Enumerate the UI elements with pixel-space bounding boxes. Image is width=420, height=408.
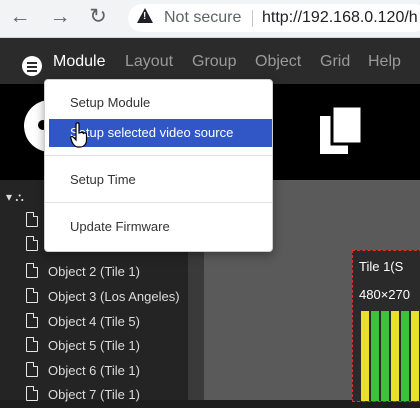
color-bar-yellow	[391, 311, 399, 401]
arrow-left-icon[interactable]: ←	[8, 5, 32, 29]
warning-icon	[137, 8, 153, 23]
app-menubar: Module Layout Group Object Grid Help	[0, 38, 420, 84]
color-bar-green	[381, 311, 389, 401]
menu-grid[interactable]: Grid	[320, 53, 350, 71]
document-icon	[26, 386, 38, 401]
document-icon	[26, 337, 38, 352]
menu-item-label: Setup Time	[70, 172, 136, 187]
tree-item[interactable]: Object 5 (Tile 1)	[26, 337, 140, 359]
document-icon	[26, 212, 38, 227]
menu-divider	[45, 202, 272, 203]
tree-item[interactable]: Object 6 (Tile 1)	[26, 362, 140, 384]
menu-module[interactable]: Module	[53, 53, 105, 71]
document-icon	[26, 263, 38, 278]
browser-toolbar: ← → ↻ Not secure http://192.168.0.120/h	[0, 0, 420, 38]
module-dropdown-menu: Setup Module Setup selected video source…	[44, 79, 273, 252]
copy-icon[interactable]	[318, 104, 364, 156]
url-text[interactable]: http://192.168.0.120/h	[262, 9, 418, 27]
tree-item-label: Object 3 (Los Angeles)	[48, 289, 180, 304]
tile-title: Tile 1(S	[359, 259, 404, 274]
arrow-right-icon[interactable]: →	[48, 5, 72, 29]
menu-divider	[45, 155, 272, 156]
menu-item-update-firmware[interactable]: Update Firmware	[45, 213, 272, 241]
tree-item[interactable]: Object 7 (Tile 1)	[26, 386, 140, 408]
address-bar[interactable]: Not secure http://192.168.0.120/h	[128, 4, 420, 32]
tree-item-label: Object 4 (Tile 5)	[48, 314, 140, 329]
menu-group[interactable]: Group	[192, 53, 236, 71]
document-icon	[26, 236, 38, 251]
tile-resolution: 480×270	[359, 287, 410, 302]
menu-layout[interactable]: Layout	[125, 53, 173, 71]
tree-item-label: Object 5 (Tile 1)	[48, 338, 140, 353]
color-bar-green	[371, 311, 379, 401]
tree-item-label: Object 6 (Tile 1)	[48, 363, 140, 378]
menu-help[interactable]: Help	[368, 53, 401, 71]
menu-item-label: Setup selected video source	[70, 125, 234, 140]
tree-item[interactable]: Object 2 (Tile 1)	[26, 263, 140, 285]
reload-icon[interactable]: ↻	[86, 5, 110, 29]
tree-root-node[interactable]: ▾ ⛬	[6, 190, 24, 205]
hand-cursor-icon	[70, 122, 88, 148]
menu-object[interactable]: Object	[255, 53, 301, 71]
color-bar-yellow	[411, 311, 419, 401]
color-bar-yellow	[361, 311, 369, 401]
menu-item-setup-time[interactable]: Setup Time	[45, 166, 272, 194]
menu-item-label: Update Firmware	[70, 219, 170, 234]
document-icon	[26, 362, 38, 377]
document-icon	[26, 313, 38, 328]
menu-item-label: Setup Module	[70, 95, 151, 110]
security-label: Not secure	[164, 9, 242, 26]
tree-item-label: Object 2 (Tile 1)	[48, 264, 140, 279]
document-icon	[26, 288, 38, 303]
hamburger-menu-icon[interactable]	[22, 56, 42, 76]
menu-item-setup-module[interactable]: Setup Module	[45, 89, 272, 117]
tree-item[interactable]: Object 3 (Los Angeles)	[26, 288, 180, 310]
divider	[252, 10, 253, 27]
video-tile[interactable]: Tile 1(S 480×270	[352, 250, 420, 402]
color-bar-green	[401, 311, 409, 401]
tree-item[interactable]: Object 4 (Tile 5)	[26, 313, 140, 335]
